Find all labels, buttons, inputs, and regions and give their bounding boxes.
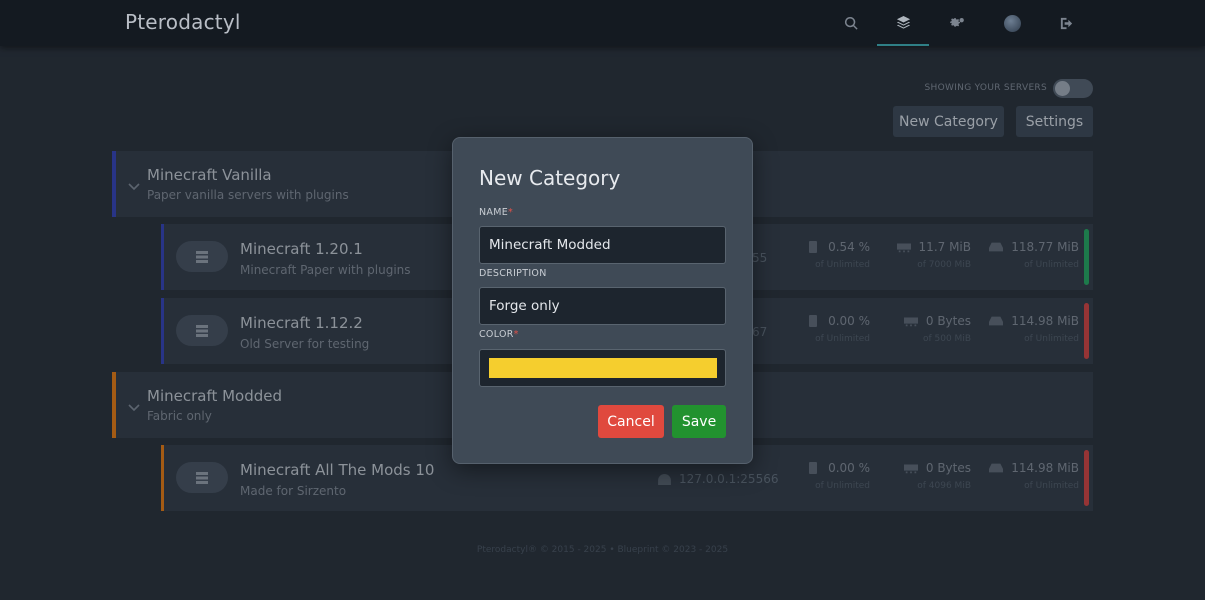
- color-label-text: COLOR: [479, 329, 514, 340]
- name-label-text: NAME: [479, 207, 509, 218]
- description-field-label: DESCRIPTION: [479, 268, 547, 279]
- search-icon[interactable]: [825, 0, 877, 46]
- color-swatch[interactable]: [489, 358, 717, 378]
- user-avatar-image: [1003, 14, 1021, 32]
- save-button[interactable]: Save: [672, 405, 726, 438]
- modal-title: New Category: [479, 166, 621, 190]
- brand-logo[interactable]: Pterodactyl: [125, 10, 241, 34]
- cancel-button[interactable]: Cancel: [598, 405, 664, 438]
- color-picker-field[interactable]: [479, 349, 726, 387]
- new-category-modal: New Category NAME* Minecraft Modded DESC…: [452, 137, 753, 464]
- top-navbar: Pterodactyl: [0, 0, 1205, 46]
- color-field-label: COLOR*: [479, 329, 519, 340]
- name-field-label: NAME*: [479, 207, 513, 218]
- required-marker: *: [508, 207, 514, 218]
- avatar[interactable]: [986, 0, 1038, 46]
- layers-icon[interactable]: [877, 0, 929, 46]
- description-field[interactable]: Forge only: [479, 287, 726, 325]
- sign-out-icon[interactable]: [1040, 0, 1092, 46]
- name-value: Minecraft Modded: [489, 237, 611, 253]
- description-value: Forge only: [489, 298, 560, 314]
- required-marker: *: [513, 329, 519, 340]
- cogs-icon[interactable]: [931, 0, 983, 46]
- name-field[interactable]: Minecraft Modded: [479, 226, 726, 264]
